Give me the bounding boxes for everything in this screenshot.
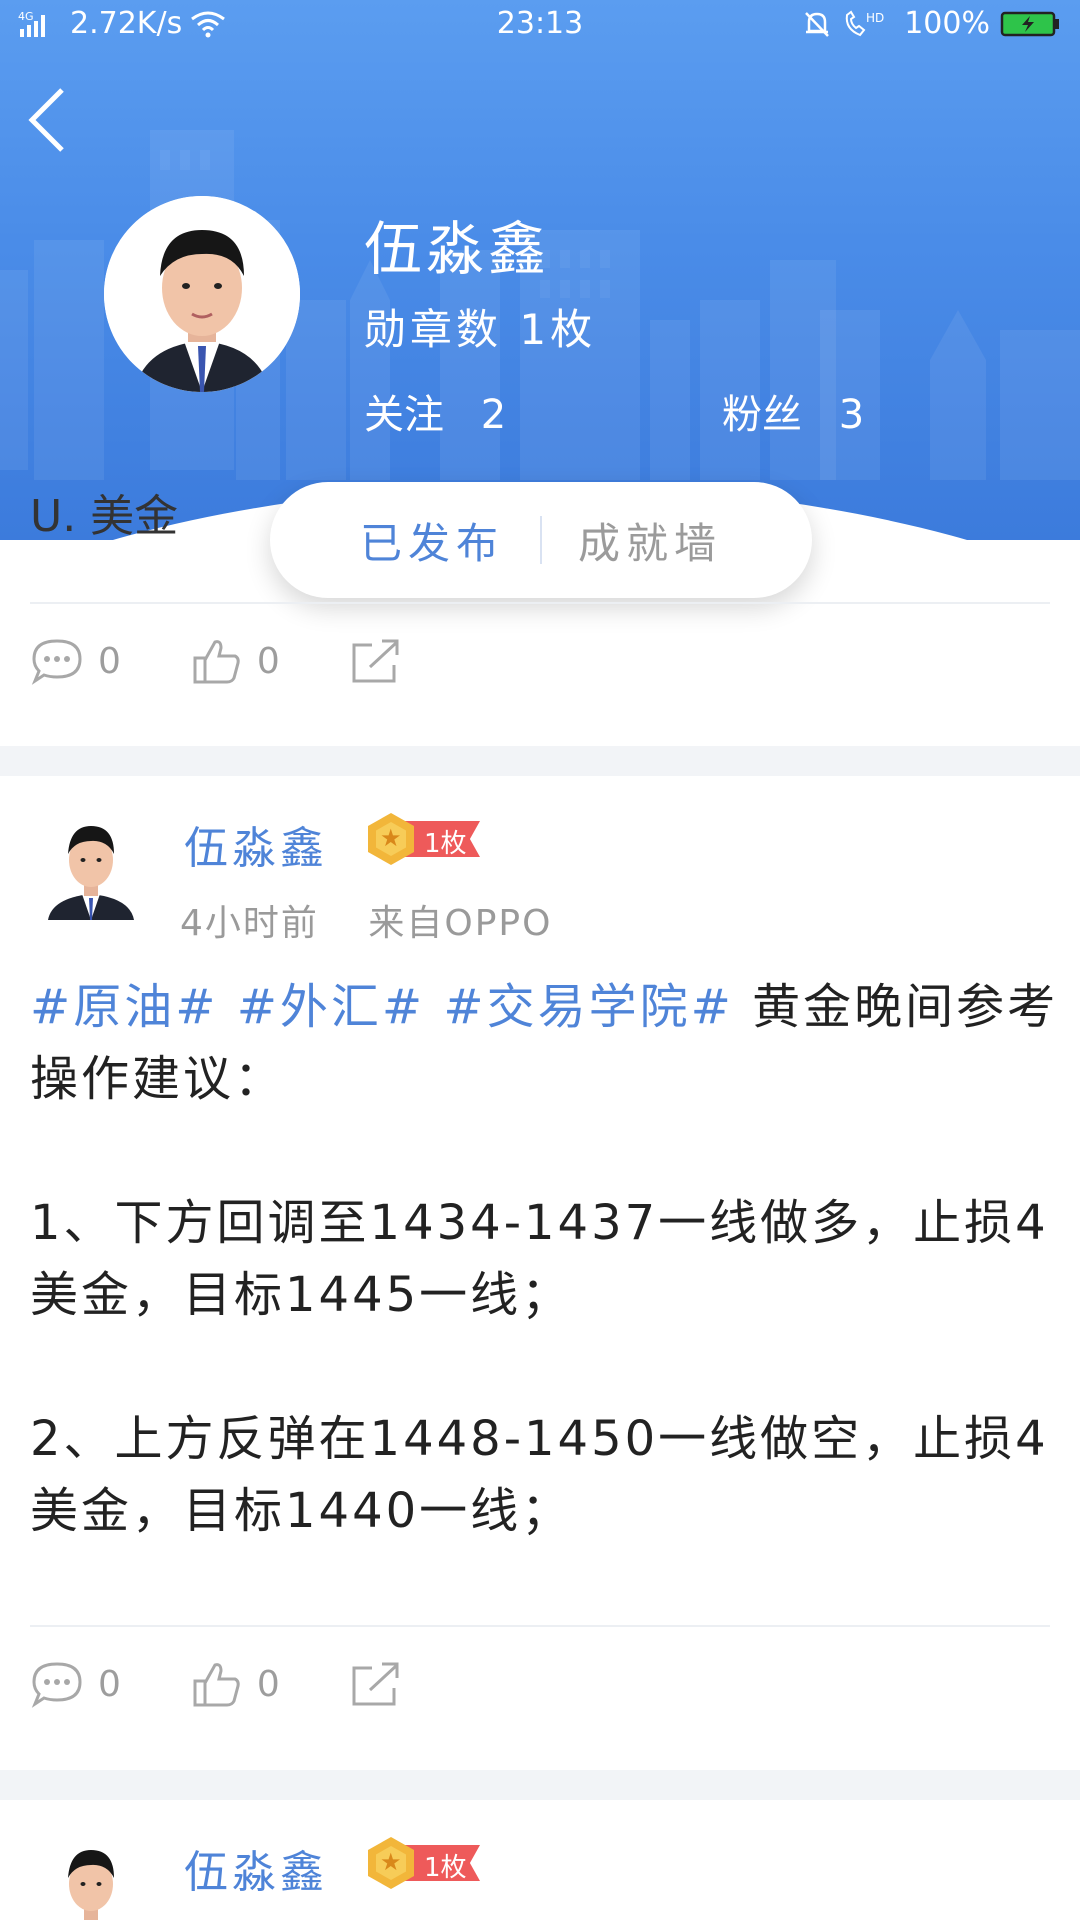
battery-percent: 100% bbox=[904, 6, 990, 41]
thumbs-up-icon bbox=[193, 640, 240, 684]
comment-count: 0 bbox=[98, 1663, 121, 1705]
share-button[interactable] bbox=[350, 637, 402, 685]
divider bbox=[30, 602, 1050, 604]
share-button[interactable] bbox=[350, 1660, 402, 1708]
divider bbox=[30, 1625, 1050, 1627]
medal-badge: 1枚 ★ bbox=[368, 813, 490, 865]
post-time: 4小时前 bbox=[180, 903, 319, 944]
profile-name: 伍淼鑫 bbox=[364, 215, 551, 283]
follow-label: 关注 bbox=[364, 392, 444, 438]
fans-stat[interactable]: 粉丝 3 bbox=[722, 382, 864, 440]
post-tags[interactable]: #原油# #外汇# #交易学院# bbox=[30, 979, 734, 1035]
section-gap bbox=[0, 1770, 1080, 1800]
thumbs-up-icon bbox=[193, 1663, 240, 1707]
tab-achievements[interactable]: 成就墙 bbox=[542, 510, 758, 571]
status-bar: 4G 2.72K/s 23:13 HD 100% bbox=[0, 0, 1080, 50]
fans-count: 3 bbox=[838, 392, 865, 438]
tab-switcher: 已发布 成就墙 bbox=[270, 482, 812, 598]
follow-stat[interactable]: 关注 2 bbox=[364, 382, 506, 440]
section-gap bbox=[0, 746, 1080, 776]
previous-post-text: U. 美金 bbox=[30, 491, 179, 542]
like-count: 0 bbox=[256, 640, 280, 682]
follow-count: 2 bbox=[480, 392, 507, 438]
svg-text:HD: HD bbox=[866, 11, 884, 25]
post-author-name[interactable]: 伍淼鑫 bbox=[184, 812, 328, 876]
post-actions: 0 0 bbox=[30, 1654, 550, 1714]
post-author-avatar[interactable] bbox=[44, 810, 138, 920]
next-post-author-avatar[interactable] bbox=[44, 1834, 138, 1920]
like-button[interactable]: 0 bbox=[191, 1659, 280, 1709]
post-source: 来自OPPO bbox=[368, 903, 553, 944]
profile-avatar[interactable] bbox=[104, 196, 300, 392]
post-meta: 4小时前 来自OPPO bbox=[180, 894, 552, 946]
share-icon bbox=[352, 639, 399, 683]
hd-call-icon: HD bbox=[845, 10, 884, 36]
battery-charging-icon bbox=[1000, 11, 1059, 36]
fans-label: 粉丝 bbox=[722, 392, 802, 438]
post-line-2: 2、上方反弹在1448-1450一线做空，止损4美金，目标1440一线； bbox=[30, 1411, 1049, 1539]
tab-published[interactable]: 已发布 bbox=[324, 510, 540, 571]
comment-icon bbox=[31, 639, 82, 685]
previous-post-actions: 0 0 bbox=[30, 631, 550, 691]
post-content: #原油# #外汇# #交易学院# 黄金晚间参考操作建议： 1、下方回调至1434… bbox=[30, 971, 1060, 1547]
comment-count: 0 bbox=[98, 640, 121, 682]
comment-icon bbox=[31, 1662, 82, 1708]
profile-badge-count: 勋章数 1枚 bbox=[364, 305, 597, 354]
medal-count: 1枚 bbox=[424, 829, 467, 859]
profile-header: 4G 2.72K/s 23:13 HD 100% 伍淼鑫 勋章数 1枚 关注 2… bbox=[0, 0, 1080, 540]
back-arrow-icon[interactable] bbox=[22, 80, 82, 160]
next-post-author-name[interactable]: 伍淼鑫 bbox=[184, 1836, 328, 1900]
star-medal-icon: ★ bbox=[368, 813, 414, 865]
share-icon bbox=[352, 1662, 399, 1706]
bell-muted-icon bbox=[805, 11, 830, 37]
medal-count: 1枚 bbox=[424, 1853, 467, 1883]
post-line-1: 1、下方回调至1434-1437一线做多，止损4美金，目标1445一线； bbox=[30, 1195, 1049, 1323]
medal-badge: 1枚 ★ bbox=[368, 1837, 490, 1889]
like-button[interactable]: 0 bbox=[191, 636, 280, 686]
comment-button[interactable]: 0 bbox=[30, 637, 121, 685]
comment-button[interactable]: 0 bbox=[30, 1660, 121, 1708]
like-count: 0 bbox=[256, 1663, 280, 1705]
star-medal-icon: ★ bbox=[368, 1837, 414, 1889]
